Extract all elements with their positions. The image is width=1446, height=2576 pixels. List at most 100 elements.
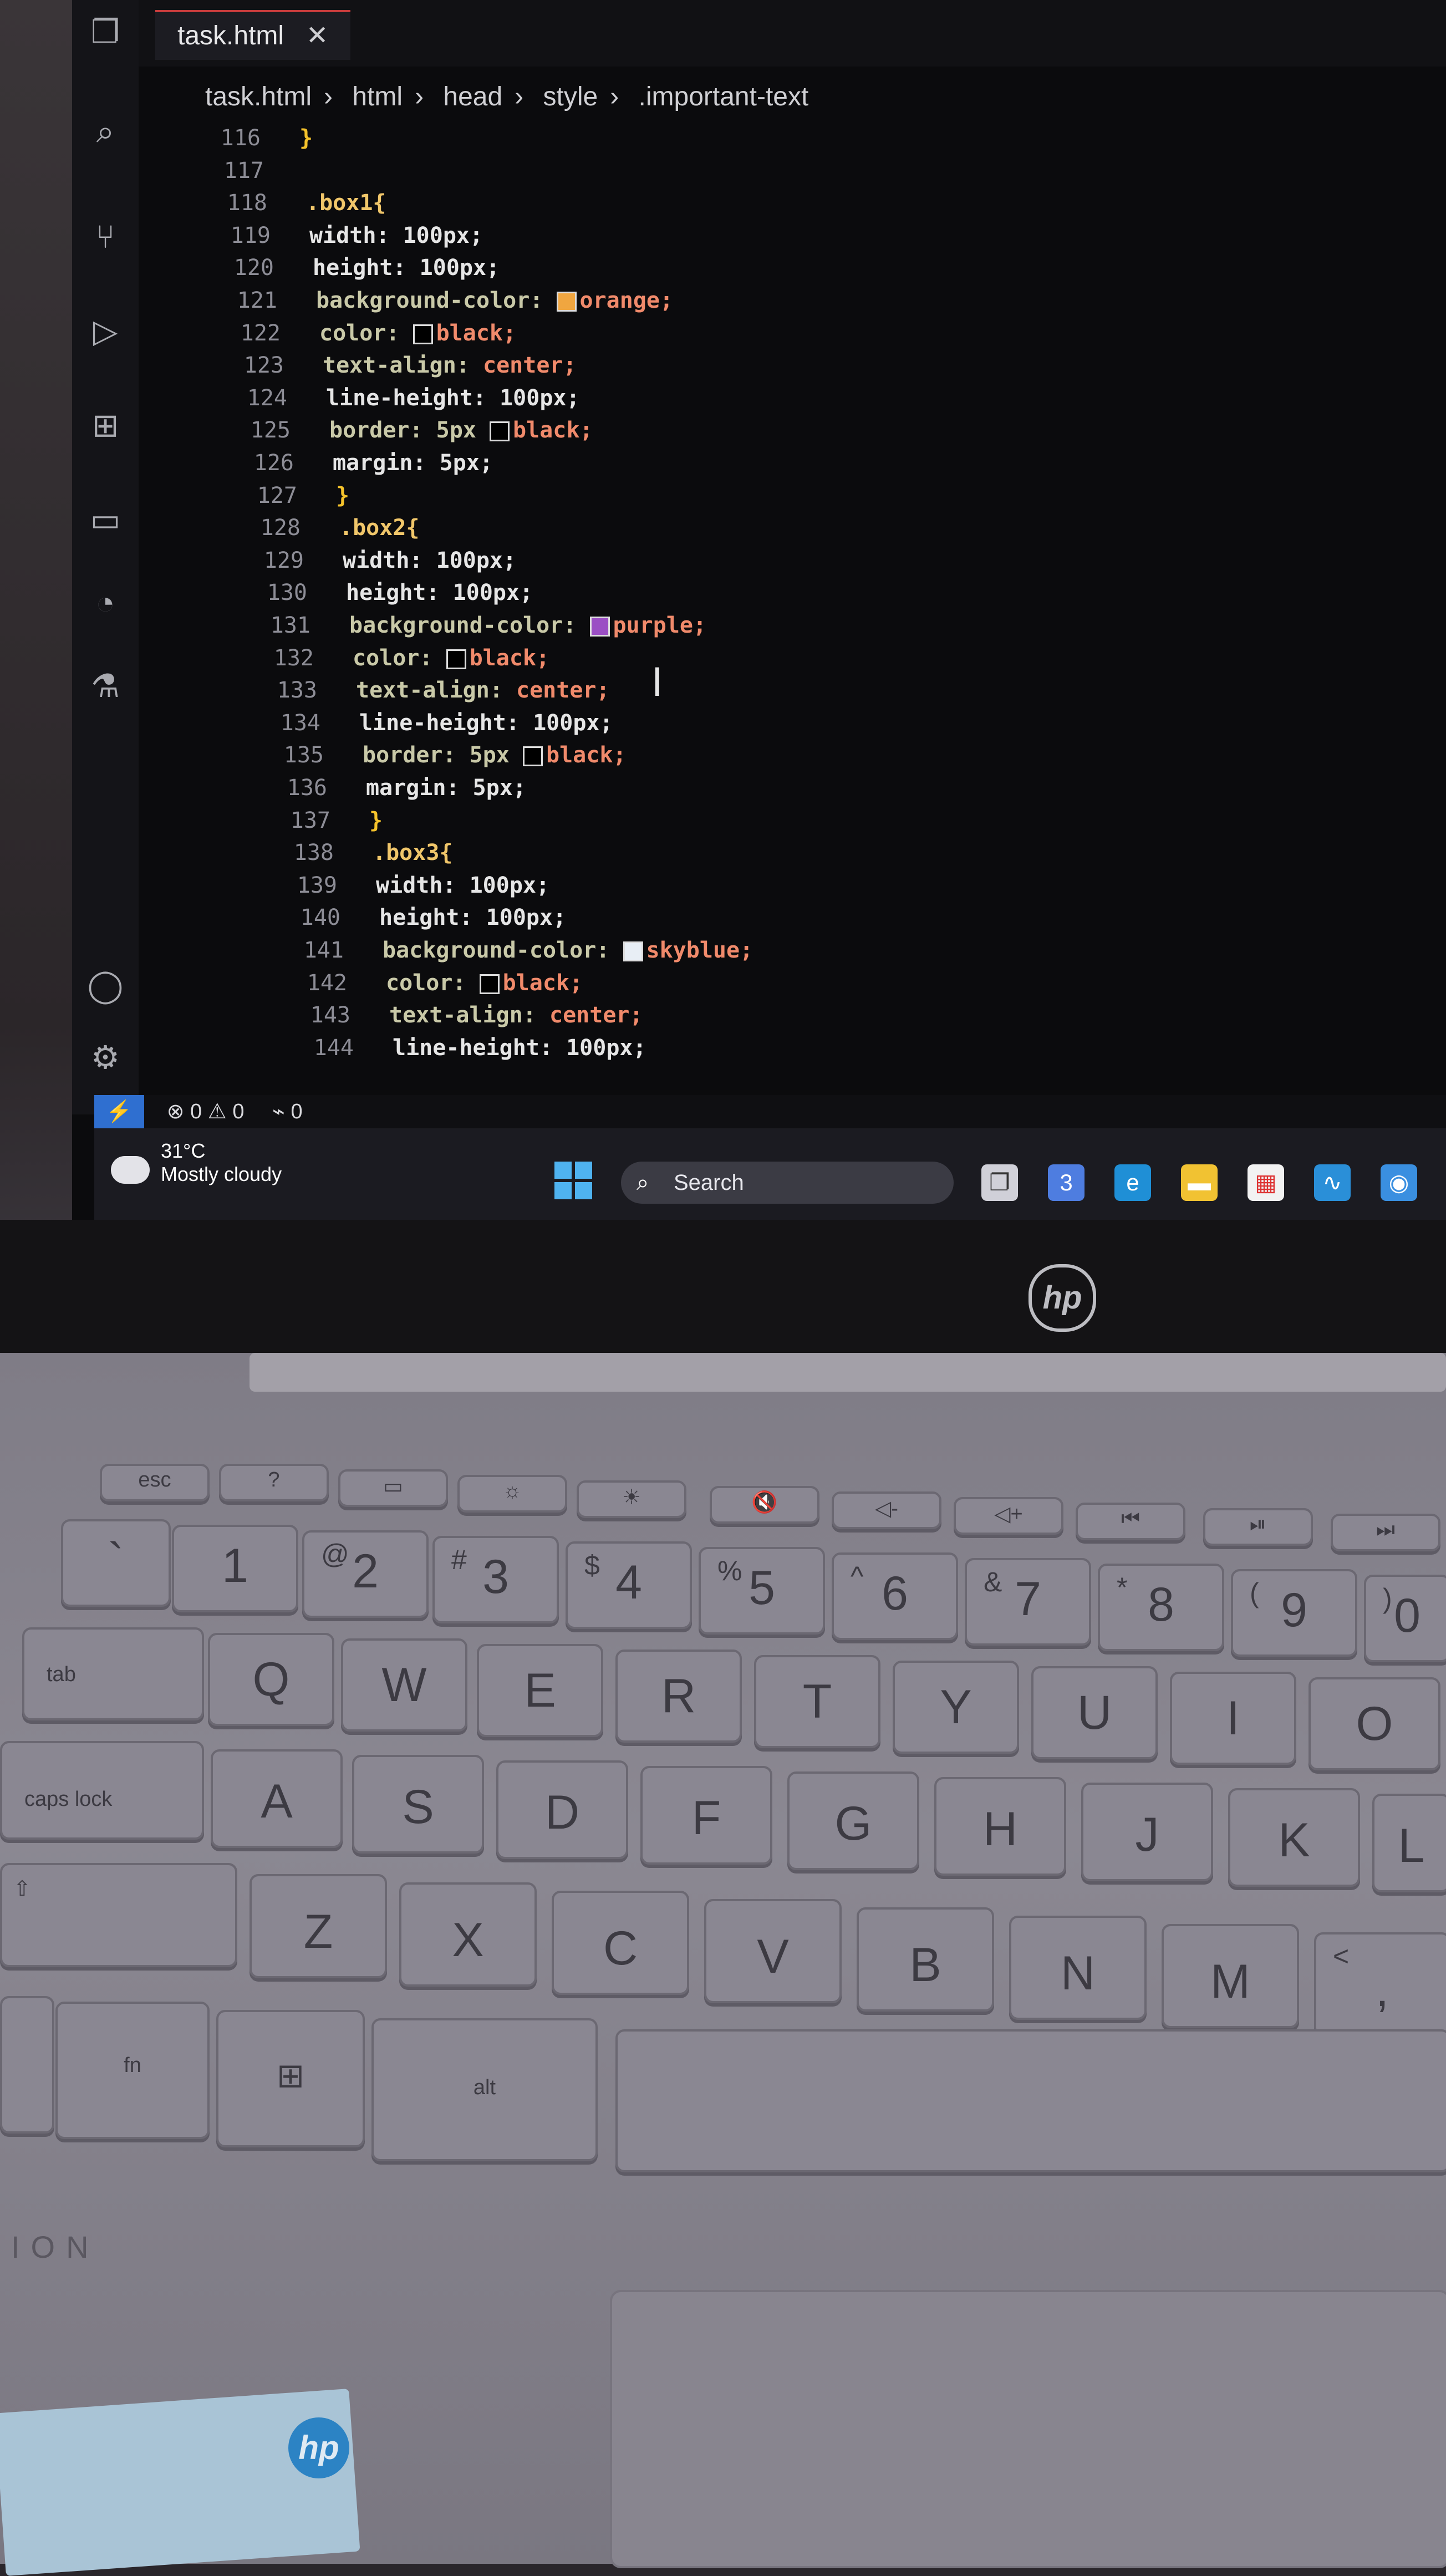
- color-swatch-icon[interactable]: [589, 617, 610, 637]
- color-swatch-icon[interactable]: [413, 324, 433, 344]
- globe-icon[interactable]: ◉: [1381, 1164, 1417, 1201]
- tab-task-html[interactable]: task.html ✕: [155, 10, 351, 60]
- key-i[interactable]: I: [1170, 1672, 1296, 1765]
- code-line[interactable]: 122 color: black;: [159, 317, 516, 349]
- key-f10[interactable]: ⏭: [1331, 1514, 1440, 1551]
- source-control-icon[interactable]: ⑂: [84, 216, 126, 258]
- key-n[interactable]: N: [1009, 1916, 1147, 2020]
- taskbar-search[interactable]: ⌕ Search: [621, 1162, 954, 1204]
- code-line[interactable]: 125 border: 5px black;: [169, 414, 593, 446]
- key-windows[interactable]: ⊞: [216, 2010, 365, 2147]
- key-l[interactable]: L: [1372, 1794, 1446, 1892]
- code-line[interactable]: 144 line-height: 100px;: [232, 1032, 646, 1064]
- remote-explorer-icon[interactable]: ▭: [84, 499, 126, 541]
- search-icon[interactable]: ⌕: [84, 111, 126, 153]
- key-caps-lock[interactable]: caps lock: [0, 1741, 204, 1840]
- key-u[interactable]: U: [1031, 1666, 1158, 1759]
- edge-icon[interactable]: ◔: [84, 582, 126, 624]
- code-line[interactable]: 143 text-align: center;: [228, 999, 643, 1031]
- remote-indicator-icon[interactable]: ⚡: [94, 1095, 144, 1128]
- code-line[interactable]: 132 color: black;: [192, 642, 549, 674]
- key-o[interactable]: O: [1308, 1677, 1440, 1770]
- code-line[interactable]: 133 text-align: center;: [195, 674, 610, 706]
- settings-gear-icon[interactable]: ⚙: [84, 1037, 126, 1079]
- key-h[interactable]: H: [934, 1777, 1066, 1876]
- key-e[interactable]: E: [477, 1644, 603, 1737]
- key-w[interactable]: W: [341, 1638, 467, 1732]
- code-line[interactable]: 131 background-color: purple;: [189, 609, 706, 642]
- extensions-icon[interactable]: ⊞: [84, 405, 126, 447]
- ports-count[interactable]: 0: [291, 1100, 302, 1123]
- code-line[interactable]: 121 background-color: orange;: [155, 284, 673, 317]
- task-view-icon[interactable]: ❐: [981, 1164, 1018, 1201]
- color-swatch-icon[interactable]: [623, 941, 643, 961]
- health-app-icon[interactable]: ∿: [1314, 1164, 1351, 1201]
- key-f8[interactable]: ⏮: [1076, 1503, 1185, 1540]
- run-debug-icon[interactable]: ▷: [84, 310, 126, 353]
- key-esc[interactable]: esc: [100, 1464, 210, 1501]
- store-icon[interactable]: ▦: [1248, 1164, 1284, 1201]
- key-4[interactable]: $4: [566, 1541, 692, 1629]
- key-tab[interactable]: tab: [22, 1627, 204, 1720]
- warning-count[interactable]: 0: [232, 1100, 244, 1123]
- key-7[interactable]: & 7: [965, 1558, 1091, 1646]
- key-5[interactable]: % 5: [699, 1547, 825, 1635]
- key-t[interactable]: T: [754, 1655, 880, 1748]
- code-line[interactable]: 139 width: 100px;: [215, 869, 549, 902]
- color-swatch-icon[interactable]: [523, 746, 543, 767]
- code-editor[interactable]: 116} 117 118 .box1{119 width: 100px; 120 heigh…: [139, 122, 1414, 1098]
- code-line[interactable]: 141 background-color: skyblue;: [222, 934, 753, 966]
- key-alt[interactable]: alt: [371, 2018, 598, 2161]
- code-line[interactable]: 129 width: 100px;: [182, 544, 516, 577]
- explorer-icon[interactable]: ❐: [84, 11, 126, 53]
- key-f5[interactable]: 🔇: [710, 1486, 819, 1524]
- key-9[interactable]: (9: [1231, 1569, 1357, 1657]
- breadcrumb-item[interactable]: head: [443, 82, 502, 111]
- breadcrumb-item[interactable]: html: [352, 82, 403, 111]
- key-y[interactable]: Y: [893, 1661, 1019, 1754]
- breadcrumb-item[interactable]: task.html: [205, 82, 312, 111]
- key-j[interactable]: J: [1081, 1783, 1213, 1881]
- color-swatch-icon[interactable]: [479, 974, 500, 994]
- code-line[interactable]: 120 height: 100px;: [152, 252, 500, 284]
- file-explorer-icon[interactable]: ▬: [1181, 1164, 1218, 1201]
- code-line[interactable]: 124 line-height: 100px;: [165, 382, 580, 414]
- key-x[interactable]: X: [399, 1882, 537, 1987]
- key-f4[interactable]: ☀: [577, 1480, 686, 1518]
- code-line[interactable]: 128 .box2{: [179, 512, 420, 544]
- key-f6[interactable]: ◁-: [832, 1491, 941, 1529]
- key-fn[interactable]: fn: [55, 2002, 210, 2139]
- key-f9[interactable]: ⏯: [1203, 1508, 1313, 1546]
- code-line[interactable]: 135 border: 5px black;: [202, 739, 627, 771]
- key-backtick[interactable]: `: [61, 1519, 171, 1607]
- code-line[interactable]: 116}: [139, 122, 313, 154]
- key-8[interactable]: * 8: [1098, 1564, 1224, 1651]
- breadcrumb-item[interactable]: .important-text: [639, 82, 809, 111]
- key-shift[interactable]: ⇧: [0, 1863, 237, 1967]
- code-line[interactable]: 130 height: 100px;: [185, 577, 533, 609]
- code-line[interactable]: 126 margin: 5px;: [172, 447, 493, 479]
- key-v[interactable]: V: [704, 1899, 842, 2003]
- key-q[interactable]: Q: [208, 1633, 334, 1726]
- key-r[interactable]: R: [615, 1650, 742, 1743]
- key-1[interactable]: 1: [172, 1525, 298, 1612]
- key-m[interactable]: M: [1162, 1924, 1299, 2028]
- code-line[interactable]: 118 .box1{: [145, 187, 386, 219]
- key-f2[interactable]: ▭: [338, 1469, 448, 1507]
- color-swatch-icon[interactable]: [556, 292, 577, 312]
- code-line[interactable]: 123 text-align: center;: [162, 349, 577, 381]
- key-2[interactable]: @2: [302, 1530, 429, 1618]
- key-g[interactable]: G: [787, 1771, 919, 1870]
- key-3[interactable]: #3: [432, 1536, 559, 1623]
- code-line[interactable]: 119 width: 100px;: [149, 220, 483, 252]
- key-s[interactable]: S: [352, 1755, 484, 1854]
- key-z[interactable]: Z: [250, 1874, 387, 1978]
- key-a[interactable]: A: [211, 1749, 343, 1848]
- key-d[interactable]: D: [496, 1760, 628, 1859]
- key-f[interactable]: F: [640, 1766, 772, 1865]
- key-ctrl[interactable]: [0, 1996, 54, 2134]
- color-swatch-icon[interactable]: [446, 649, 466, 669]
- code-line[interactable]: 134 line-height: 100px;: [198, 707, 613, 739]
- key-6[interactable]: ^ 6: [832, 1552, 958, 1640]
- edge-icon[interactable]: e: [1114, 1164, 1151, 1201]
